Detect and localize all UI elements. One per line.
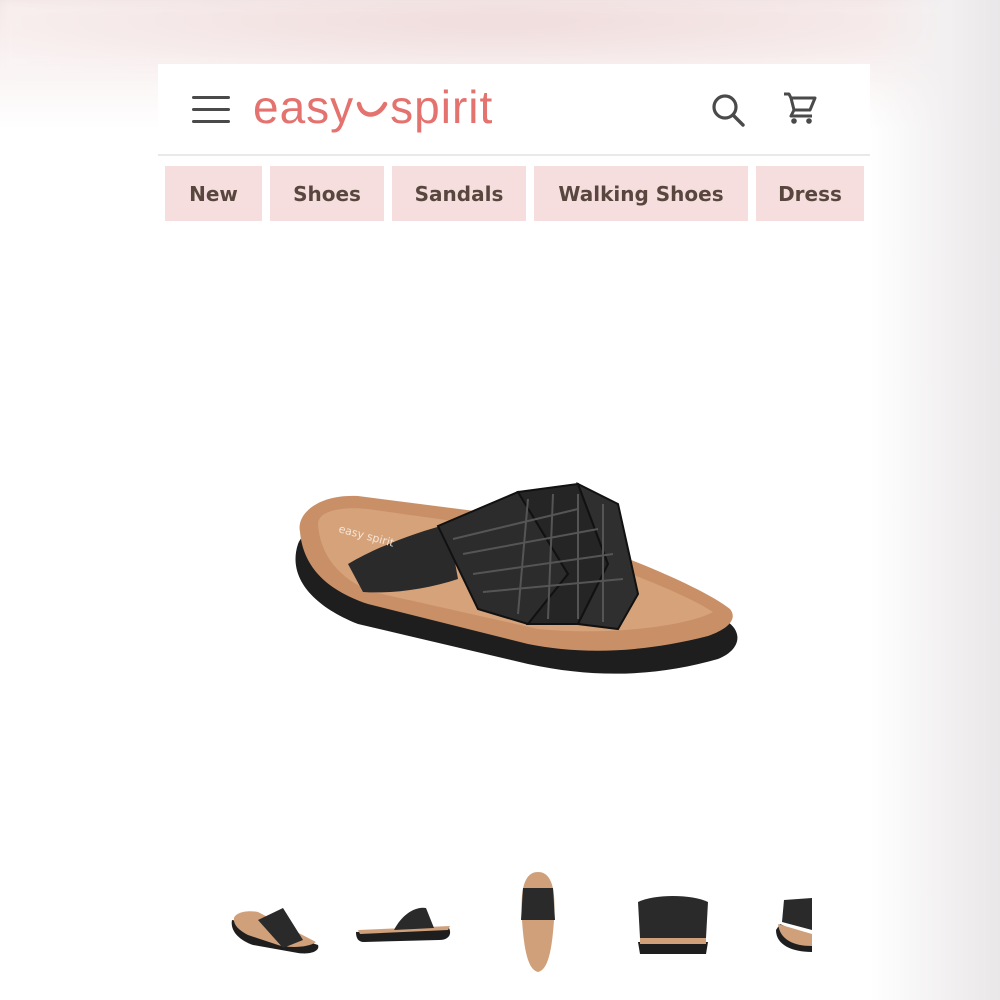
product-page: easy spirit New Shoes Sandals Walking Sh… <box>158 64 870 1000</box>
logo-swoosh-icon <box>356 101 388 117</box>
blurred-background-right <box>870 0 1000 1000</box>
nav-new[interactable]: New <box>165 166 262 221</box>
nav-sandals[interactable]: Sandals <box>392 166 526 221</box>
thumbnail-front-view[interactable] <box>634 892 712 958</box>
hamburger-menu-icon[interactable] <box>192 96 230 124</box>
blurred-background-top <box>0 0 1000 70</box>
thumbnail-strip <box>228 870 812 980</box>
logo-text-spirit: spirit <box>390 81 494 133</box>
brand-logo[interactable]: easy spirit <box>253 80 493 134</box>
product-main-image[interactable]: easy spirit <box>278 414 748 674</box>
shopping-cart-icon[interactable] <box>782 90 818 126</box>
nav-shoes[interactable]: Shoes <box>270 166 384 221</box>
logo-text-easy: easy <box>253 81 355 133</box>
nav-walking-shoes[interactable]: Walking Shoes <box>534 166 748 221</box>
thumbnail-back-angle-view[interactable] <box>772 890 812 960</box>
thumbnail-side-view[interactable] <box>354 900 454 950</box>
nav-dress[interactable]: Dress <box>756 166 864 221</box>
search-icon[interactable] <box>710 92 746 128</box>
thumbnail-angle-view[interactable] <box>228 890 324 960</box>
site-header: easy spirit <box>158 64 870 156</box>
thumbnail-top-view[interactable] <box>518 870 558 974</box>
category-nav: New Shoes Sandals Walking Shoes Dress <box>165 166 864 221</box>
